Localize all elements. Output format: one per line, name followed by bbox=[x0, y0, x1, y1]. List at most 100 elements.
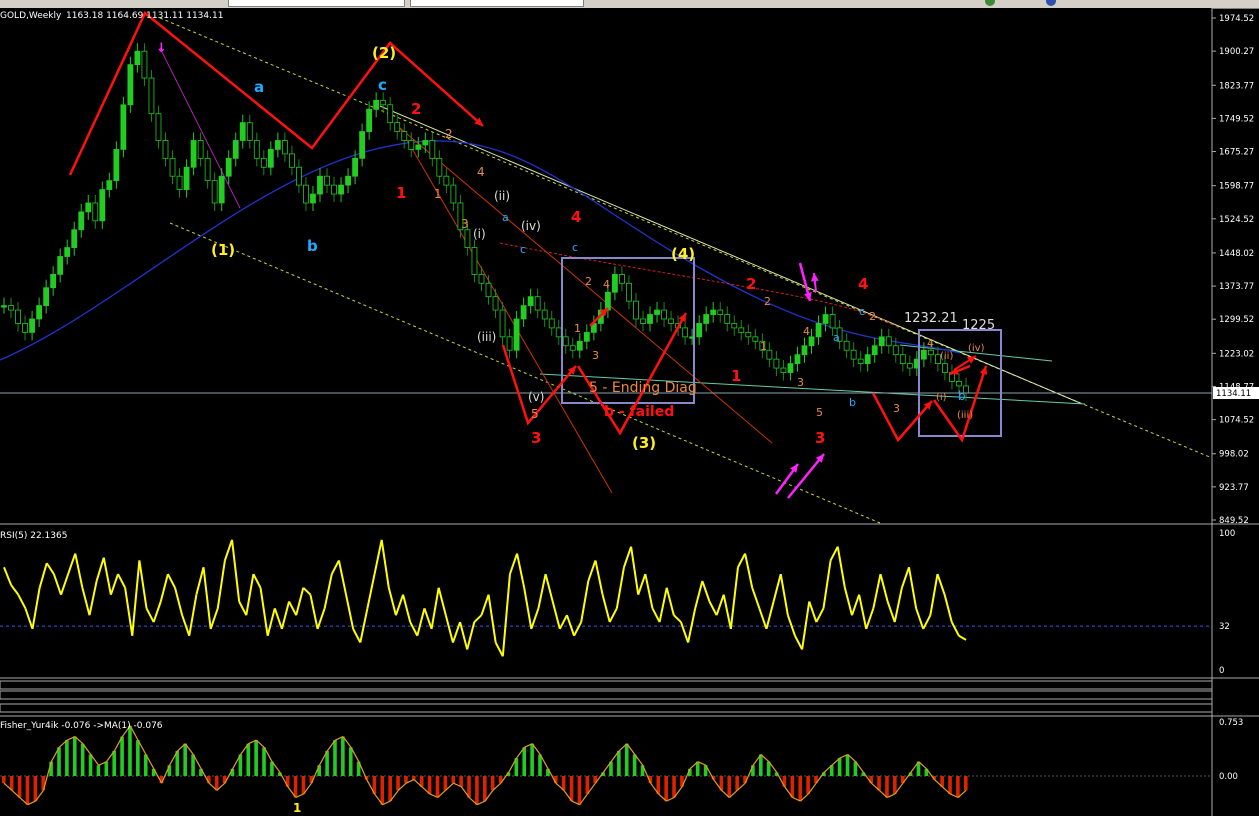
rsi-panel[interactable] bbox=[0, 525, 1259, 713]
wave-label: 1 bbox=[760, 340, 767, 353]
price-tick-label: 923.77 bbox=[1219, 483, 1249, 493]
price-candle-body bbox=[885, 336, 892, 347]
wave-label: 4 bbox=[858, 275, 868, 293]
wave-label: 4 bbox=[803, 325, 810, 338]
wave-label: (1) bbox=[211, 241, 235, 259]
price-candle-body bbox=[352, 157, 358, 177]
oscillator-bar bbox=[17, 776, 22, 798]
wave-label: c bbox=[378, 76, 387, 94]
wave-label: (2) bbox=[372, 44, 396, 62]
price-candle-body bbox=[288, 153, 295, 168]
wave-label: a bbox=[502, 211, 509, 224]
price-candle-body bbox=[317, 175, 323, 195]
price-candle-body bbox=[520, 305, 527, 320]
price-candle-body bbox=[569, 345, 576, 351]
price-candle-body bbox=[324, 175, 330, 186]
oscillator-tick-label: 0.753 bbox=[1219, 718, 1243, 728]
price-candle-body bbox=[253, 140, 260, 159]
price-tick-label: 1749.52 bbox=[1219, 114, 1254, 124]
price-candle-body bbox=[899, 354, 906, 365]
wave-label: (iv) bbox=[521, 219, 541, 233]
wave-label: (v) bbox=[528, 390, 544, 404]
wave-label: (ii) bbox=[940, 351, 953, 362]
price-candle-body bbox=[878, 336, 885, 347]
price-candle-body bbox=[640, 318, 646, 324]
price-candle-body bbox=[331, 184, 337, 195]
price-candle-body bbox=[562, 336, 569, 347]
price-panel-bg bbox=[0, 8, 1212, 523]
price-panel[interactable]: ↓ (1) (2) (3) (4) a b c c a c a b c b 2 1 4 3 2 1 4 3 2 1 3 4 5 1 2 3 4… bbox=[0, 8, 1259, 525]
price-candle-body bbox=[710, 309, 717, 315]
oscillator-bar bbox=[191, 754, 195, 776]
oscillator-bar bbox=[246, 743, 251, 776]
wave-label: 4 bbox=[927, 337, 934, 350]
price-candle-body bbox=[661, 309, 667, 320]
oscillator-bar bbox=[877, 776, 881, 791]
price-candle-body bbox=[773, 358, 780, 369]
top-marker-icon: ↓ bbox=[156, 41, 167, 56]
price-candle-body bbox=[134, 50, 141, 66]
oscillator-bar bbox=[483, 776, 487, 802]
price-candle-body bbox=[506, 336, 513, 351]
price-axis[interactable]: 1974.52 1900.27 1823.77 1749.52 1675.27 1598.… bbox=[1211, 8, 1259, 816]
price-candle-body bbox=[850, 349, 857, 360]
oscillator-bar bbox=[948, 776, 952, 794]
oscillator-bar bbox=[577, 776, 582, 805]
wave-label: 2 bbox=[445, 127, 453, 141]
price-candle-body bbox=[843, 340, 850, 351]
price-candle-body bbox=[296, 166, 302, 186]
price-candle-body bbox=[717, 309, 724, 315]
price-candle-body bbox=[942, 363, 948, 373]
price-candle-body bbox=[794, 354, 801, 365]
oscillator-bar bbox=[695, 761, 700, 776]
price-candle-body bbox=[534, 296, 541, 311]
price-candle-body bbox=[141, 50, 148, 79]
chart-area[interactable]: ↓(1)(2)(3)(4)abccacabcb21432143213451234… bbox=[0, 8, 1259, 816]
oscillator-bar bbox=[301, 776, 306, 794]
price-candle-body bbox=[906, 363, 913, 369]
price-candle-body bbox=[408, 140, 415, 150]
price-candle-body bbox=[22, 323, 28, 333]
price-candle-body bbox=[576, 340, 583, 351]
wave-label: 5 bbox=[816, 406, 823, 419]
price-candle-body bbox=[127, 64, 134, 106]
price-candle-body bbox=[260, 157, 267, 168]
price-candle-body bbox=[864, 354, 871, 365]
price-tick-label: 1074.52 bbox=[1219, 416, 1254, 426]
price-candle-body bbox=[218, 175, 225, 204]
toolbar-button-icon[interactable] bbox=[1046, 0, 1056, 6]
price-candle-body bbox=[745, 331, 752, 338]
toolbar-button-icon[interactable] bbox=[985, 0, 995, 6]
oscillator-panel[interactable] bbox=[0, 715, 1259, 806]
oscillator-bar bbox=[80, 743, 85, 776]
toolbar-field[interactable] bbox=[228, 0, 405, 7]
oscillator-bar bbox=[893, 776, 897, 794]
oscillator-bar bbox=[214, 776, 219, 791]
price-candle-body bbox=[401, 131, 408, 141]
price-candle-body bbox=[338, 184, 344, 195]
wave-label: (3) bbox=[632, 434, 656, 452]
wave-label: c bbox=[520, 243, 526, 256]
toolbar-field[interactable] bbox=[410, 0, 584, 7]
oscillator-bar bbox=[341, 736, 345, 776]
oscillator-bar bbox=[388, 776, 392, 802]
price-candle-body bbox=[366, 108, 373, 132]
oscillator-bar bbox=[467, 776, 471, 798]
oscillator-bar bbox=[333, 740, 337, 776]
price-candle-body bbox=[492, 296, 499, 311]
price-candle-body bbox=[239, 122, 246, 141]
wave-label: 2 bbox=[585, 275, 592, 288]
price-candle-body bbox=[155, 113, 162, 141]
price-candle-body bbox=[801, 345, 808, 356]
price-candle-body bbox=[15, 309, 21, 324]
price-candle-body bbox=[148, 77, 155, 115]
price-candle-body bbox=[703, 314, 710, 324]
price-tick-label: 1974.52 bbox=[1219, 14, 1254, 24]
price-candle-body bbox=[373, 99, 380, 110]
oscillator-bar bbox=[538, 754, 542, 776]
price-candle-body bbox=[57, 256, 64, 275]
price-candle-body bbox=[513, 318, 520, 351]
price-candle-body bbox=[169, 157, 176, 177]
wave-label: b bbox=[307, 237, 318, 255]
rsi-tick-label: 0 bbox=[1219, 666, 1224, 676]
